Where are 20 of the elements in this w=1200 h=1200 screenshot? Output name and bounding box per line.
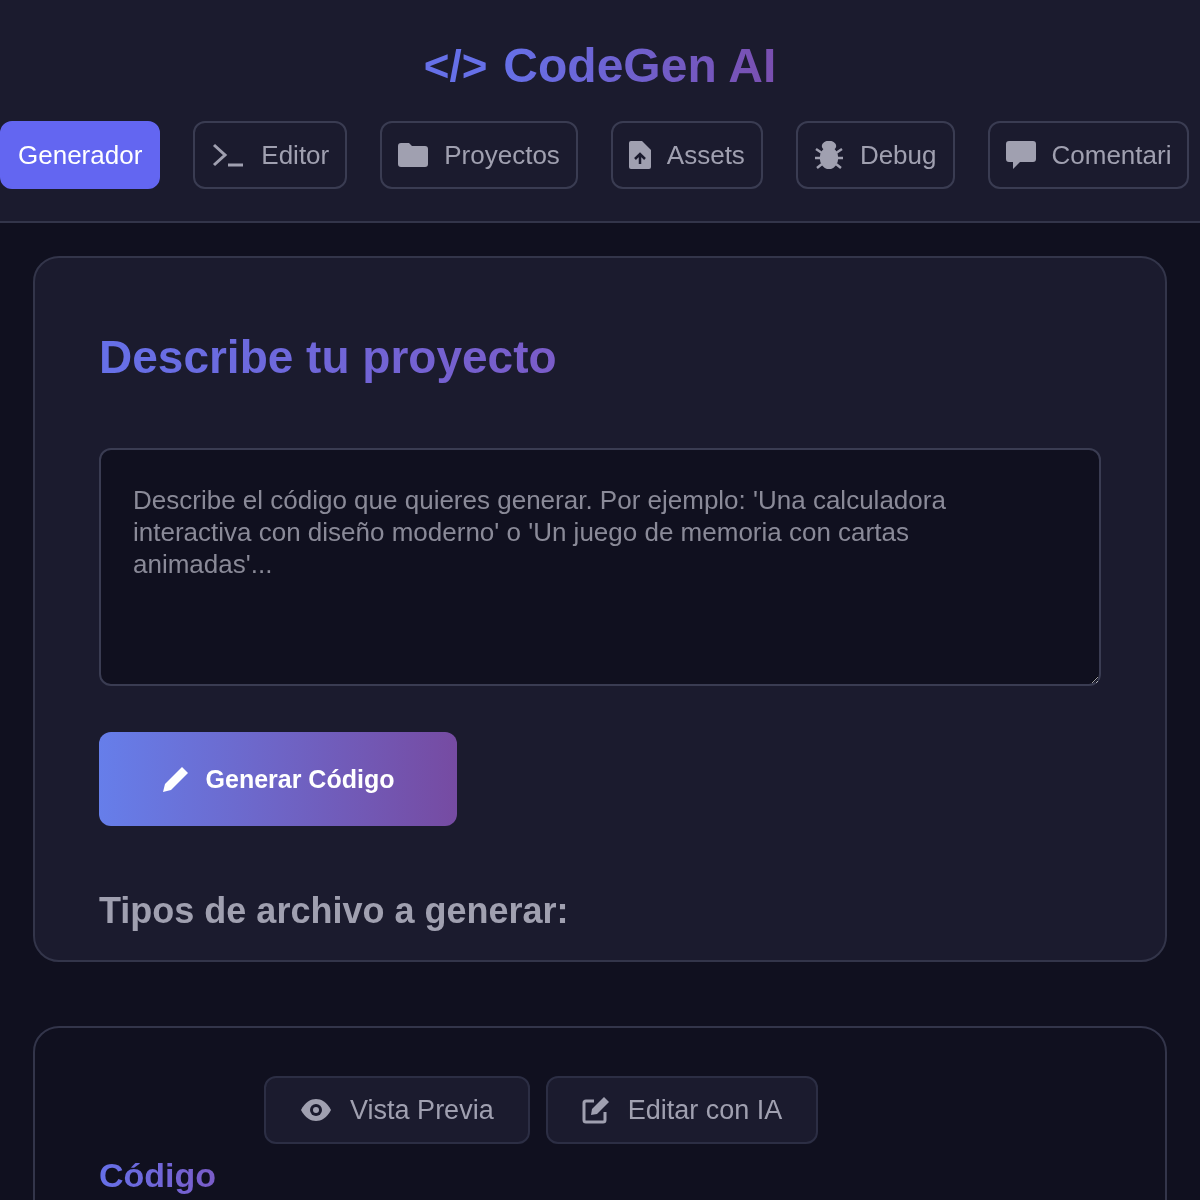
speech-bubble-icon: [1005, 141, 1036, 169]
file-types-heading: Tipos de archivo a generar:: [99, 890, 570, 932]
tab[interactable]: Assets: [610, 121, 763, 189]
action-button[interactable]: Vista Previa: [264, 1076, 530, 1144]
tab[interactable]: Debug: [795, 121, 955, 189]
eye-icon: [300, 1099, 333, 1121]
tab[interactable]: Editor: [193, 121, 348, 189]
pencil-icon: [161, 765, 190, 793]
code-logo: </>: [423, 40, 488, 91]
edit-icon: [581, 1096, 610, 1124]
tab[interactable]: Comentari: [987, 121, 1190, 189]
bug-icon: [813, 141, 844, 169]
terminal-icon: [211, 142, 246, 168]
file-upload-icon: [628, 141, 651, 169]
action-button[interactable]: Editar con IA: [545, 1076, 819, 1144]
description-field[interactable]: Describe el código que quieres generar. Por ejemplo: 'Una calculadora interactiva con diseño moderno' o 'Un juego de memoria con cartas animadas'...: [99, 448, 1101, 686]
tab[interactable]: Proyectos: [380, 121, 578, 189]
folder-icon: [398, 143, 429, 167]
generate-button[interactable]: Generar Código: [99, 732, 457, 826]
tab[interactable]: Generador: [0, 121, 161, 189]
